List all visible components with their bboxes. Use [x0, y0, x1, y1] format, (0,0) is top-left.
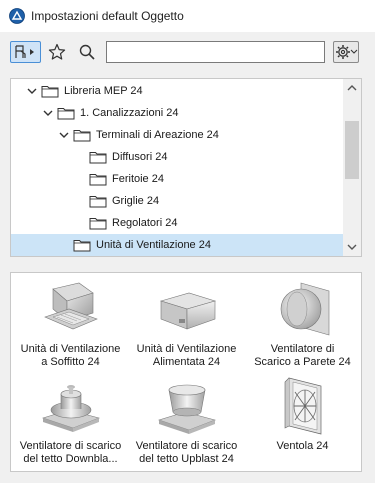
object-library-icon: [14, 45, 34, 58]
tree-item-label: Feritoie 24: [112, 173, 164, 185]
tree-item-label: Terminali di Areazione 24: [96, 129, 219, 141]
folder-icon: [89, 174, 107, 186]
item-label: Ventilatore di scarico del tetto Upblast…: [135, 440, 238, 465]
grid-item[interactable]: Unità di Ventilazione a Soffitto 24: [13, 279, 128, 369]
grid-item[interactable]: Ventilatore di Scarico a Parete 24: [245, 279, 360, 369]
library-mode-button[interactable]: [10, 41, 41, 63]
archicad-logo-icon: [9, 8, 25, 24]
scroll-down-icon[interactable]: [346, 241, 358, 253]
grid-item[interactable]: Ventilatore di scarico del tetto Upblast…: [129, 376, 244, 466]
tree-item[interactable]: Feritoie 24: [11, 168, 343, 190]
box-unit-icon: [159, 292, 216, 330]
tree-item-label: Libreria MEP 24: [64, 85, 143, 97]
tree-item[interactable]: Griglie 24: [11, 190, 343, 212]
search-button[interactable]: [76, 41, 98, 63]
tree-scrollbar[interactable]: [343, 79, 361, 256]
item-label: Unità di Ventilazione Alimentata 24: [136, 343, 237, 368]
folder-icon: [73, 130, 91, 142]
title-bar: Impostazioni default Oggetto: [0, 0, 375, 32]
folder-icon: [89, 196, 107, 208]
roof-fan-downblast-icon: [41, 385, 100, 432]
favorites-button[interactable]: [46, 41, 68, 63]
tree-item[interactable]: Regolatori 24: [11, 212, 343, 234]
tree-item-label: Griglie 24: [112, 195, 160, 207]
tree-item[interactable]: Libreria MEP 24: [11, 80, 343, 102]
gear-dropdown-icon: [336, 45, 358, 59]
settings-menu-button[interactable]: [333, 41, 359, 63]
object-grid: Unità di Ventilazione a Soffitto 24 Unit…: [10, 272, 362, 472]
tree-item[interactable]: Unità di Ventilazione 24: [11, 234, 343, 256]
chevron-down-icon[interactable]: [26, 85, 38, 97]
grid-item[interactable]: Ventola 24: [245, 376, 360, 453]
tree-item-label: Unità di Ventilazione 24: [96, 239, 211, 251]
folder-icon: [89, 218, 107, 230]
search-input[interactable]: [106, 41, 325, 63]
item-label: Ventilatore di scarico del tetto Downbla…: [19, 440, 122, 465]
tree-item[interactable]: Diffusori 24: [11, 146, 343, 168]
folder-icon: [57, 108, 75, 120]
folder-icon: [73, 240, 91, 252]
scrollbar-thumb[interactable]: [345, 121, 359, 179]
tree-item[interactable]: Terminali di Areazione 24: [11, 124, 343, 146]
tree-item-label: 1. Canalizzazioni 24: [80, 107, 179, 119]
fan-grille-icon: [284, 377, 321, 435]
scroll-up-icon[interactable]: [346, 82, 358, 94]
chevron-down-icon[interactable]: [58, 129, 70, 141]
roof-fan-upblast-icon: [157, 384, 216, 434]
magnifier-icon: [79, 44, 95, 60]
folder-icon: [41, 86, 59, 98]
folder-icon: [89, 152, 107, 164]
tree-item-label: Diffusori 24: [112, 151, 168, 163]
grid-item[interactable]: Ventilatore di scarico del tetto Downbla…: [13, 376, 128, 466]
item-label: Unità di Ventilazione a Soffitto 24: [20, 343, 121, 368]
toolbar: [0, 32, 375, 72]
tree-item-label: Regolatori 24: [112, 217, 178, 229]
item-label: Ventilatore di Scarico a Parete 24: [254, 343, 351, 368]
item-label: Ventola 24: [276, 440, 329, 452]
wall-fan-icon: [280, 282, 329, 336]
chevron-down-icon[interactable]: [42, 107, 54, 119]
star-icon: [48, 43, 66, 60]
grid-item[interactable]: Unità di Ventilazione Alimentata 24: [129, 279, 244, 369]
window-title: Impostazioni default Oggetto: [31, 9, 184, 23]
tree-item[interactable]: 1. Canalizzazioni 24: [11, 102, 343, 124]
folder-tree[interactable]: Libreria MEP 24 1. Canalizzazioni 24 Termi…: [10, 78, 362, 257]
ceiling-unit-icon: [43, 282, 98, 330]
